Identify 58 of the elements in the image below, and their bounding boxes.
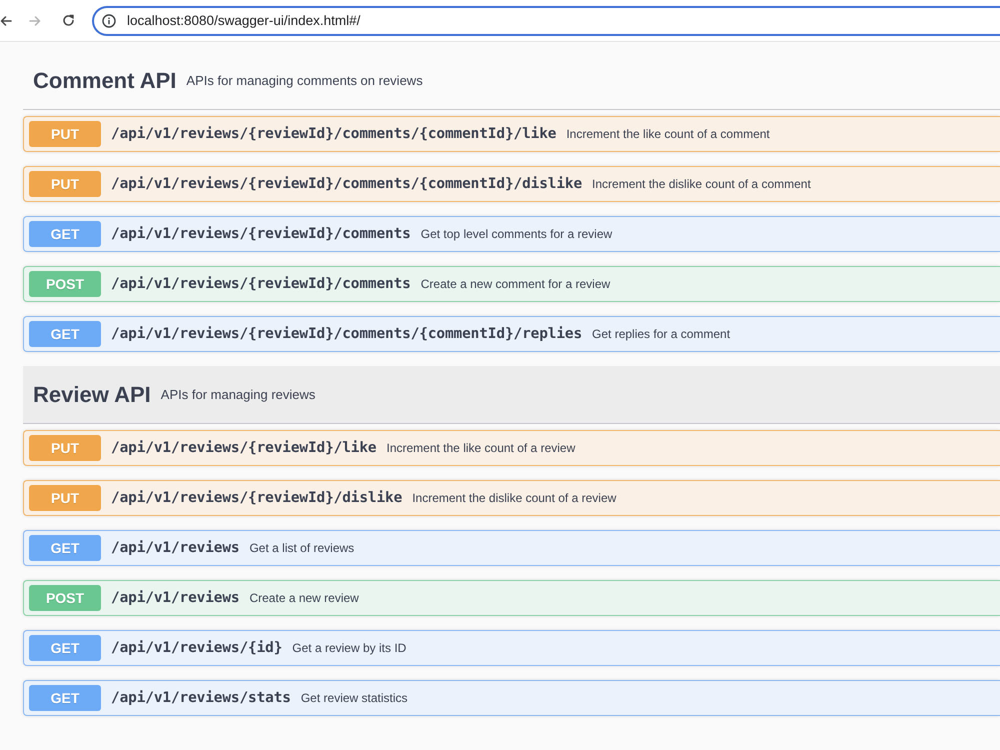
- method-label: GET: [29, 321, 101, 347]
- endpoint-summary: Create a new comment for a review: [420, 277, 610, 291]
- method-label: PUT: [29, 435, 101, 461]
- endpoint-path: /api/v1/reviews: [110, 540, 240, 556]
- operation-row[interactable]: PUT /api/v1/reviews/{reviewId}/dislike Increment the dislike count of a review: [23, 480, 1000, 516]
- endpoint-summary: Create a new review: [249, 591, 359, 605]
- endpoint-summary: Get top level comments for a review: [420, 227, 612, 241]
- endpoint-path: /api/v1/reviews/stats: [110, 690, 291, 706]
- endpoint-path: /api/v1/reviews/{id}: [110, 640, 282, 656]
- endpoint-path: /api/v1/reviews/{reviewId}/comments/{commentId}/like: [110, 126, 556, 142]
- section-description: APIs for managing reviews: [160, 387, 316, 402]
- endpoint-summary: Increment the like count of a comment: [566, 127, 770, 141]
- forward-arrow-icon: [29, 14, 41, 26]
- method-label: GET: [29, 635, 101, 661]
- operation-row[interactable]: PUT /api/v1/reviews/{reviewId}/like Increment the like count of a review: [23, 430, 1000, 466]
- method-label: GET: [29, 221, 101, 247]
- section-title: Comment API: [33, 68, 176, 94]
- operation-row[interactable]: GET /api/v1/reviews/{reviewId}/comments Get top level comments for a review: [23, 216, 1000, 252]
- method-label: PUT: [29, 171, 101, 197]
- method-label: PUT: [29, 121, 101, 147]
- endpoint-path: /api/v1/reviews/{reviewId}/dislike: [110, 490, 402, 506]
- section-header[interactable]: Review API APIs for managing reviews: [23, 366, 1000, 424]
- back-arrow-icon: [0, 14, 12, 26]
- operation-row[interactable]: GET /api/v1/reviews Get a list of reviews: [23, 530, 1000, 566]
- method-label: GET: [29, 535, 101, 561]
- endpoint-summary: Get a list of reviews: [249, 541, 354, 555]
- endpoint-path: /api/v1/reviews/{reviewId}/comments: [110, 226, 411, 242]
- endpoint-path: /api/v1/reviews: [110, 590, 240, 606]
- back-button[interactable]: [0, 14, 12, 26]
- section-header[interactable]: Comment API APIs for managing comments on reviews: [23, 52, 1000, 110]
- address-bar[interactable]: localhost:8080/swagger-ui/index.html#/: [92, 6, 1000, 36]
- operation-row[interactable]: POST /api/v1/reviews/{reviewId}/comments Create a new comment for a review: [23, 266, 1000, 302]
- section-description: APIs for managing comments on reviews: [186, 73, 423, 88]
- url-text: localhost:8080/swagger-ui/index.html#/: [127, 13, 360, 28]
- operation-row[interactable]: GET /api/v1/reviews/stats Get review statistics: [23, 680, 1000, 716]
- reload-button[interactable]: [62, 14, 75, 27]
- operation-row[interactable]: PUT /api/v1/reviews/{reviewId}/comments/{commentId}/dislike Increment the dislike count of a comment: [23, 166, 1000, 202]
- endpoint-summary: Get a review by its ID: [292, 641, 406, 655]
- endpoint-summary: Get review statistics: [300, 691, 408, 705]
- operation-row[interactable]: GET /api/v1/reviews/{id} Get a review by its ID: [23, 630, 1000, 666]
- endpoint-summary: Increment the dislike count of a comment: [592, 177, 811, 191]
- endpoint-summary: Get replies for a comment: [592, 327, 730, 341]
- endpoint-path: /api/v1/reviews/{reviewId}/comments/{commentId}/dislike: [110, 176, 582, 192]
- method-label: GET: [29, 685, 101, 711]
- endpoint-path: /api/v1/reviews/{reviewId}/like: [110, 440, 376, 456]
- method-label: POST: [29, 271, 101, 297]
- endpoint-summary: Increment the like count of a review: [386, 441, 576, 455]
- operation-row[interactable]: GET /api/v1/reviews/{reviewId}/comments/{commentId}/replies Get replies for a comment: [23, 316, 1000, 352]
- info-icon[interactable]: [102, 14, 116, 28]
- section-title: Review API: [33, 382, 151, 408]
- operation-row[interactable]: POST /api/v1/reviews Create a new review: [23, 580, 1000, 616]
- method-label: PUT: [29, 485, 101, 511]
- endpoint-summary: Increment the dislike count of a review: [412, 491, 616, 505]
- operation-row[interactable]: PUT /api/v1/reviews/{reviewId}/comments/{commentId}/like Increment the like count of a comment: [23, 116, 1000, 152]
- reload-icon: [62, 14, 75, 27]
- endpoint-path: /api/v1/reviews/{reviewId}/comments/{commentId}/replies: [110, 326, 582, 342]
- endpoint-path: /api/v1/reviews/{reviewId}/comments: [110, 276, 411, 292]
- method-label: POST: [29, 585, 101, 611]
